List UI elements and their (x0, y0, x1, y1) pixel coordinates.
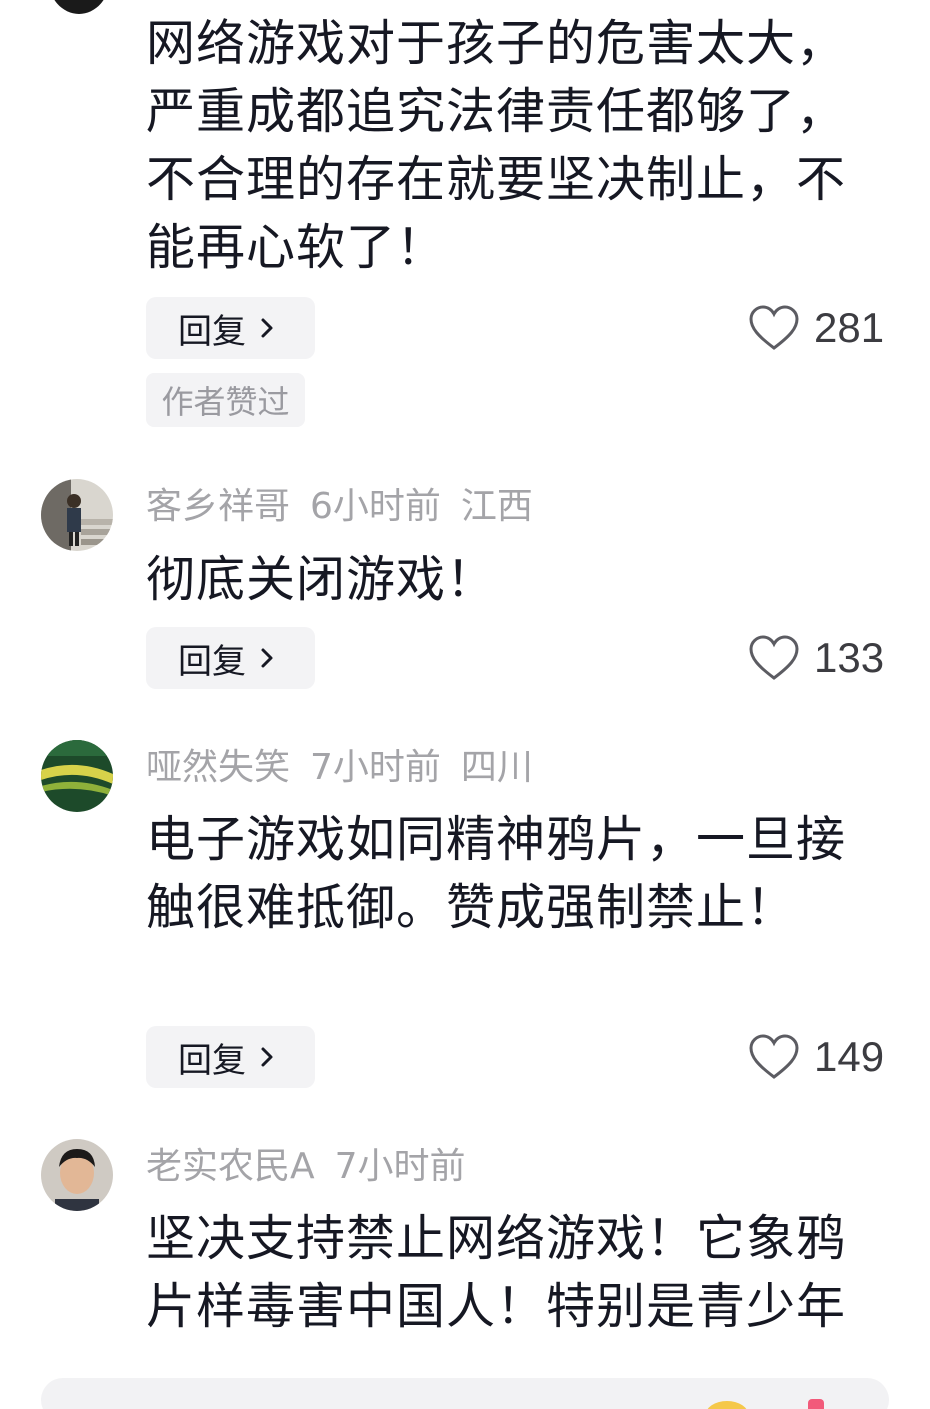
avatar[interactable] (41, 479, 113, 551)
heart-outline-icon (749, 635, 799, 680)
heart-icon[interactable] (808, 1399, 824, 1409)
reply-label: 回复 (178, 311, 246, 352)
reply-button[interactable]: 回复 (146, 297, 315, 359)
chevron-right-icon (261, 318, 273, 338)
comment-text: 坚决支持禁止网络游戏！它象鸦片样毒害中国人！特别是青少年 (146, 1210, 847, 1335)
like-button[interactable]: 149 (748, 1026, 884, 1088)
like-count: 149 (814, 1033, 885, 1080)
like-count: 281 (814, 304, 885, 351)
timestamp: 6小时前 (310, 486, 441, 527)
timestamp: 7小时前 (310, 747, 441, 788)
author-liked-badge: 作者赞过 (146, 373, 305, 427)
comment-text: 网络游戏对于孩子的危害太大，严重成都追究法律责任都够了，不合理的存在就要坚决制止… (146, 15, 847, 276)
heart-outline-icon (749, 305, 799, 350)
avatar[interactable] (41, 740, 113, 812)
reply-button[interactable]: 回复 (146, 627, 315, 689)
comment-text: 电子游戏如同精神鸦片，一旦接触很难抵御。赞成强制禁止！ (146, 811, 847, 936)
location: 江西 (460, 486, 533, 527)
comment-meta: 老实农民A 7小时前 (146, 1144, 466, 1190)
reply-button[interactable]: 回复 (146, 1026, 315, 1088)
username[interactable]: 客乡祥哥 (146, 486, 290, 527)
chevron-right-icon (261, 648, 273, 668)
comment-meta: 客乡祥哥 6小时前 江西 (146, 484, 533, 530)
like-button[interactable]: 281 (748, 297, 884, 359)
avatar[interactable] (41, 1139, 113, 1211)
location: 四川 (460, 747, 533, 788)
like-button[interactable]: 133 (748, 627, 884, 689)
timestamp: 7小时前 (334, 1146, 466, 1187)
username[interactable]: 哑然失笑 (146, 747, 290, 788)
reply-label: 回复 (178, 641, 246, 682)
avatar[interactable] (48, 0, 110, 14)
chevron-right-icon (261, 1047, 273, 1067)
like-count: 133 (814, 634, 885, 681)
comment-meta: 哑然失笑 7小时前 四川 (146, 745, 533, 791)
comment-text: 彻底关闭游戏！ (146, 551, 497, 608)
comment-input-bar[interactable] (41, 1378, 889, 1409)
reply-label: 回复 (178, 1040, 246, 1081)
username[interactable]: 老实农民A (146, 1146, 315, 1187)
heart-outline-icon (749, 1034, 799, 1079)
